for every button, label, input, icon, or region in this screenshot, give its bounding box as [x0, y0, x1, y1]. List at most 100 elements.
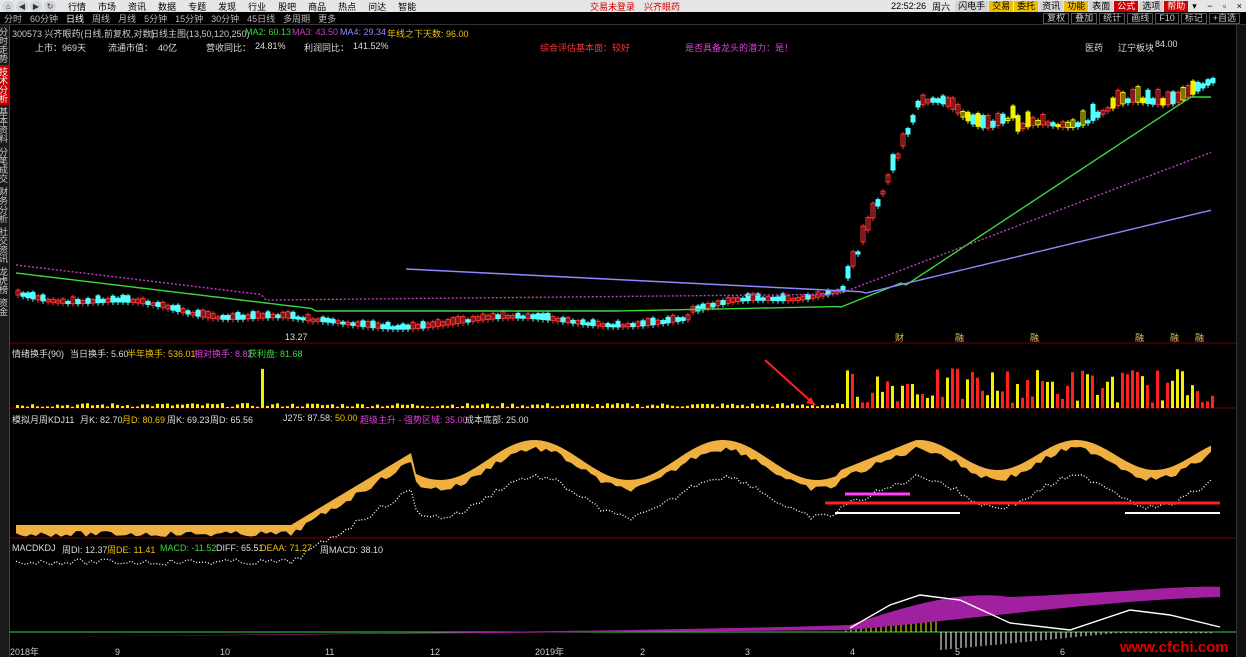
chart-area[interactable]: 2018年 9 10 11 12 2019年 2 3 4 5 6 财 融 融 融 融 融 300573 兴齐眼药…	[10, 25, 1236, 657]
top-button-1[interactable]: 交易	[989, 0, 1014, 12]
top-button-0[interactable]: 闪电手	[955, 0, 989, 12]
turnover-bar	[341, 404, 344, 408]
kdj-title[interactable]: 模拟月周KDJ11	[12, 413, 74, 426]
turnover-bar	[966, 379, 969, 408]
left-sidebar: 分时走势 技术分析 基本资料 分笔成交 财务分析 社交资讯 龙虎榜 资金	[0, 25, 10, 657]
turnover-bar	[876, 376, 879, 408]
turnover-bar	[71, 406, 74, 408]
period-5[interactable]: 5分钟	[144, 12, 167, 25]
turnover-bar	[576, 403, 579, 408]
sidebar-tab-3[interactable]: 分笔成交	[0, 145, 10, 185]
turnover-bar	[1016, 384, 1019, 408]
chart-button-3[interactable]: 画线	[1127, 13, 1154, 24]
sidebar-tab-4[interactable]: 财务分析	[0, 185, 10, 225]
turnover-bar	[786, 405, 789, 408]
turnover-bar	[746, 406, 749, 408]
macd-value: MACD: -11.52	[160, 543, 217, 553]
candle-body	[720, 300, 726, 305]
chart-button-0[interactable]: 复权	[1043, 13, 1070, 24]
turnover-bar	[611, 404, 614, 408]
forward-icon[interactable]: ▶	[30, 0, 42, 12]
turnover-bar	[936, 369, 939, 408]
kline-chart[interactable]: 2018年 9 10 11 12 2019年 2 3 4 5 6 财 融 融 融 融 融	[10, 25, 1236, 657]
chart-button-5[interactable]: 标记	[1180, 13, 1207, 24]
turnover-bar	[536, 404, 539, 408]
chart-button-2[interactable]: 统计	[1099, 13, 1126, 24]
turnover-bar	[126, 405, 129, 408]
refresh-icon[interactable]: ↻	[44, 0, 56, 12]
main-indicator[interactable]: 日线主图(13,50,120,250)	[150, 27, 250, 40]
candle-body	[75, 298, 81, 305]
chart-button-4[interactable]: F10	[1155, 13, 1179, 24]
candle-body	[590, 319, 596, 327]
sidebar-tab-7[interactable]: 资金	[0, 296, 10, 318]
candle-body	[760, 297, 766, 301]
turnover-bar	[896, 401, 899, 408]
home-icon[interactable]: ⌂	[2, 0, 14, 12]
window-controls[interactable]: ▾ − ▫ ×	[1192, 1, 1246, 12]
top-button-3[interactable]: 资讯	[1039, 0, 1064, 12]
turnover-bar	[436, 406, 439, 408]
sidebar-tab-2[interactable]: 基本资料	[0, 105, 10, 145]
candle-body	[875, 199, 881, 207]
candle-body	[1145, 89, 1151, 104]
candle-body	[675, 317, 681, 322]
turnover-bar	[296, 406, 299, 408]
candle-body	[65, 300, 71, 305]
back-icon[interactable]: ◀	[16, 0, 28, 12]
candle-body	[1025, 111, 1031, 128]
turnover-bar	[151, 406, 154, 408]
turnover-bar	[191, 403, 194, 408]
turnover-bar	[516, 406, 519, 408]
period-2[interactable]: 日线	[66, 12, 84, 25]
macd-title[interactable]: MACDKDJ	[12, 543, 56, 553]
turnover-title[interactable]: 情绪换手(90)	[12, 347, 64, 360]
turnover-bar	[1061, 398, 1064, 408]
top-button-8[interactable]: 帮助	[1164, 0, 1189, 12]
period-8[interactable]: 45日线	[247, 12, 275, 25]
xaxis-label: 2018年	[10, 646, 39, 657]
period-3[interactable]: 周线	[92, 12, 110, 25]
top-button-6[interactable]: 公式	[1114, 0, 1139, 12]
sidebar-tab-5[interactable]: 社交资讯	[0, 225, 10, 265]
yearline-days: 年线之下天数: 96.00	[387, 29, 469, 39]
leader-potential: 是否具备龙头的潜力：是！	[685, 43, 794, 53]
turnover-bar	[301, 406, 304, 408]
turnover-bar	[336, 406, 339, 408]
period-7[interactable]: 30分钟	[211, 12, 239, 25]
candle-body	[930, 97, 936, 103]
top-button-5[interactable]: 表面	[1089, 0, 1114, 12]
candle-body	[855, 251, 861, 255]
top-button-4[interactable]: 功能	[1064, 0, 1089, 12]
top-button-7[interactable]: 选项	[1139, 0, 1164, 12]
chart-button-1[interactable]: 叠加	[1071, 13, 1098, 24]
turnover-bar	[221, 403, 224, 408]
menu-item-10[interactable]: 问达	[368, 0, 386, 13]
period-9[interactable]: 多周期	[283, 12, 310, 25]
turnover-bar	[931, 395, 934, 408]
period-4[interactable]: 月线	[118, 12, 136, 25]
candle-body	[25, 292, 31, 299]
turnover-bar	[1151, 402, 1154, 408]
sidebar-tab-0[interactable]: 分时走势	[0, 25, 10, 65]
turnover-bar	[821, 405, 824, 408]
candle-body	[265, 311, 271, 319]
top-button-2[interactable]: 委托	[1014, 0, 1039, 12]
candle-body	[465, 319, 471, 323]
period-6[interactable]: 15分钟	[175, 12, 203, 25]
menu-item-11[interactable]: 智能	[398, 0, 416, 13]
arrow-annotation	[764, 359, 816, 406]
period-10[interactable]: 更多	[318, 12, 336, 25]
turnover-bar	[496, 406, 499, 408]
chart-button-6[interactable]: +自选	[1208, 13, 1240, 24]
sidebar-tab-6[interactable]: 龙虎榜	[0, 265, 10, 296]
turnover-bar	[166, 403, 169, 408]
sidebar-tab-1[interactable]: 技术分析	[0, 65, 10, 105]
menu-item-9[interactable]: 热点	[338, 0, 356, 13]
right-scrollbar[interactable]	[1236, 25, 1246, 657]
turnover-bar	[661, 403, 664, 408]
listed-days: 上市：969天	[35, 43, 87, 53]
period-0[interactable]: 分时	[4, 12, 22, 25]
turnover-bar	[541, 405, 544, 408]
period-1[interactable]: 60分钟	[30, 12, 58, 25]
